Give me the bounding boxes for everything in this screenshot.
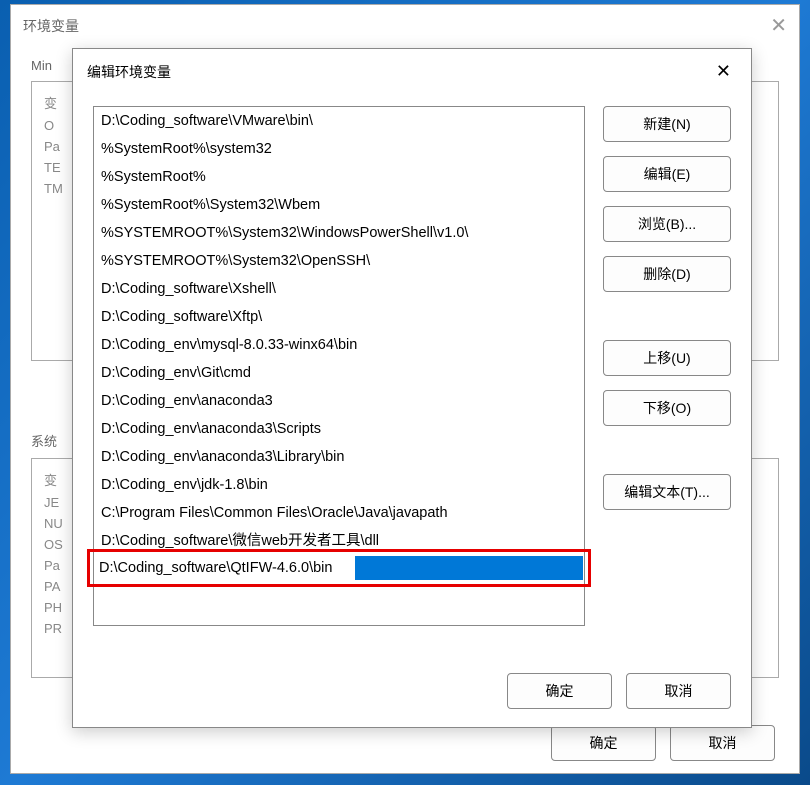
back-dialog-header: 环境变量 ✕ xyxy=(11,5,799,46)
list-item[interactable]: D:\Coding_env\jdk-1.8\bin xyxy=(94,471,584,499)
list-item[interactable]: D:\Coding_software\Xftp\ xyxy=(94,303,584,331)
list-item[interactable]: D:\Coding_software\Xshell\ xyxy=(94,275,584,303)
front-dialog-header: 编辑环境变量 ✕ xyxy=(73,49,751,94)
list-item[interactable]: %SYSTEMROOT%\System32\WindowsPowerShell\… xyxy=(94,219,584,247)
edit-environment-variable-dialog: 编辑环境变量 ✕ D:\Coding_software\VMware\bin\%… xyxy=(72,48,752,728)
list-item[interactable]: %SystemRoot%\System32\Wbem xyxy=(94,191,584,219)
close-icon[interactable]: ✕ xyxy=(710,59,737,84)
list-item[interactable]: D:\Coding_env\anaconda3\Library\bin xyxy=(94,443,584,471)
list-item[interactable]: %SystemRoot%\system32 xyxy=(94,135,584,163)
browse-button[interactable]: 浏览(B)... xyxy=(603,206,731,242)
moveup-button[interactable]: 上移(U) xyxy=(603,340,731,376)
new-button[interactable]: 新建(N) xyxy=(603,106,731,142)
path-listbox-wrap: D:\Coding_software\VMware\bin\%SystemRoo… xyxy=(93,106,585,647)
list-item[interactable]: D:\Coding_env\anaconda3 xyxy=(94,387,584,415)
list-item[interactable]: D:\Coding_env\Git\cmd xyxy=(94,359,584,387)
front-dialog-body: D:\Coding_software\VMware\bin\%SystemRoo… xyxy=(73,94,751,659)
delete-button[interactable]: 删除(D) xyxy=(603,256,731,292)
list-item[interactable]: C:\Program Files\Common Files\Oracle\Jav… xyxy=(94,499,584,527)
list-item-editing[interactable] xyxy=(94,555,584,581)
edittext-button[interactable]: 编辑文本(T)... xyxy=(603,474,731,510)
front-dialog-title: 编辑环境变量 xyxy=(87,62,171,82)
back-dialog-title: 环境变量 xyxy=(23,16,79,36)
path-edit-input[interactable] xyxy=(95,556,355,580)
list-item[interactable]: D:\Coding_software\微信web开发者工具\dll xyxy=(94,527,584,555)
path-listbox[interactable]: D:\Coding_software\VMware\bin\%SystemRoo… xyxy=(93,106,585,626)
edit-selection-highlight xyxy=(355,556,583,580)
ok-button[interactable]: 确定 xyxy=(551,725,656,761)
spacer xyxy=(603,440,731,460)
list-item[interactable]: %SYSTEMROOT%\System32\OpenSSH\ xyxy=(94,247,584,275)
cancel-button[interactable]: 取消 xyxy=(626,673,731,709)
list-item[interactable]: D:\Coding_software\VMware\bin\ xyxy=(94,107,584,135)
movedown-button[interactable]: 下移(O) xyxy=(603,390,731,426)
spacer xyxy=(603,306,731,326)
cancel-button[interactable]: 取消 xyxy=(670,725,775,761)
list-item[interactable]: D:\Coding_env\mysql-8.0.33-winx64\bin xyxy=(94,331,584,359)
close-icon[interactable]: ✕ xyxy=(770,13,787,38)
front-footer: 确定 取消 xyxy=(73,659,751,727)
ok-button[interactable]: 确定 xyxy=(507,673,612,709)
list-item[interactable]: D:\Coding_env\anaconda3\Scripts xyxy=(94,415,584,443)
side-buttons: 新建(N) 编辑(E) 浏览(B)... 删除(D) 上移(U) 下移(O) 编… xyxy=(603,106,731,647)
list-item[interactable]: %SystemRoot% xyxy=(94,163,584,191)
back-footer: 确定 取消 xyxy=(551,725,775,761)
edit-button[interactable]: 编辑(E) xyxy=(603,156,731,192)
